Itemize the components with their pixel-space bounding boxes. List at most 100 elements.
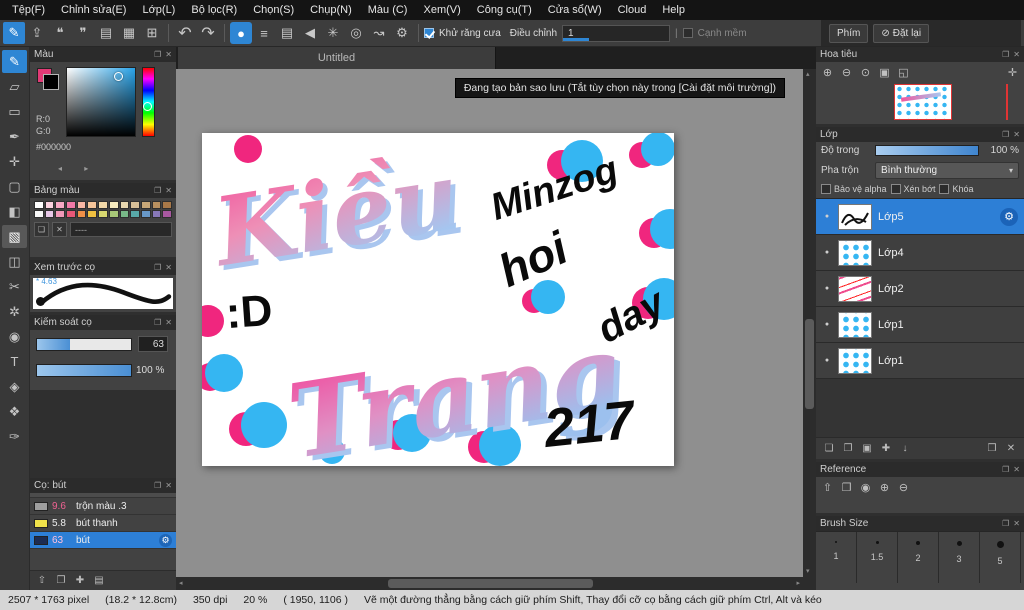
brush-folder-icon[interactable]: ❐	[53, 573, 69, 589]
palette-swatch[interactable]	[76, 201, 87, 209]
antialias-checkbox[interactable]	[424, 28, 434, 38]
close-icon[interactable]: ✕	[1013, 519, 1020, 528]
palette-swatch[interactable]	[44, 210, 55, 218]
close-icon[interactable]: ✕	[165, 318, 172, 327]
layer-visibility-icon[interactable]: ●	[822, 213, 832, 220]
table-icon[interactable]: ⊞	[141, 22, 163, 44]
brush-hatch-button[interactable]: ▤	[276, 22, 298, 44]
brush-size-value[interactable]: 63	[138, 336, 168, 352]
navigator-thumbnail[interactable]	[894, 84, 952, 120]
horizontal-scroll-thumb[interactable]	[388, 579, 593, 588]
brush-menu-icon[interactable]: ▤	[91, 573, 107, 589]
duplicate-layer-icon[interactable]: ▣	[859, 441, 875, 457]
gradient-tool[interactable]: ▧	[2, 225, 27, 248]
text-tool[interactable]: T	[2, 350, 27, 373]
scroll-up-icon[interactable]: ▴	[806, 71, 810, 78]
popout-icon[interactable]: ❐	[154, 263, 161, 272]
popout-icon[interactable]: ❐	[154, 318, 161, 327]
close-icon[interactable]: ✕	[165, 50, 172, 59]
move-tool[interactable]: ✛	[2, 150, 27, 173]
scroll-down-icon[interactable]: ▾	[806, 568, 810, 575]
zoom-reset-icon[interactable]: ⊙	[857, 64, 874, 80]
palette-swatch[interactable]	[119, 201, 130, 209]
palette-swatch[interactable]	[108, 201, 119, 209]
menu-help[interactable]: Help	[654, 2, 693, 18]
brush-lines-button[interactable]: ≡	[253, 22, 275, 44]
comment-icon[interactable]: ❝	[49, 22, 71, 44]
pen-tool-button[interactable]: ✎	[3, 22, 25, 44]
horizontal-scrollbar[interactable]: ◂ ▸	[176, 577, 803, 590]
close-icon[interactable]: ✕	[1013, 465, 1020, 474]
menu-select[interactable]: Chọn(S)	[245, 2, 302, 18]
layer-row[interactable]: ● Lớp2	[816, 271, 1024, 307]
blend-mode-dropdown[interactable]: Bình thường ▾	[875, 162, 1019, 179]
palette-swatch[interactable]	[87, 201, 98, 209]
delete-layer-icon[interactable]: ✕	[1003, 441, 1019, 457]
palette-swatch[interactable]	[87, 210, 98, 218]
saturation-value-picker[interactable]	[66, 67, 136, 137]
eyedropper-tool[interactable]: ✑	[2, 425, 27, 448]
add-layer-icon[interactable]: ✚	[878, 441, 894, 457]
color-history-arrows[interactable]: ◂ ▸	[58, 164, 98, 173]
lasso-tool[interactable]: ✂	[2, 275, 27, 298]
soft-edge-checkbox[interactable]	[682, 28, 693, 38]
new-palette-color-button[interactable]: ❏	[34, 222, 49, 237]
redo-button[interactable]: ↷	[197, 22, 219, 44]
menu-tools[interactable]: Công cụ(T)	[469, 2, 540, 18]
load-reference-icon[interactable]: ⇧	[819, 479, 836, 495]
menu-edit[interactable]: Chỉnh sửa(E)	[53, 2, 134, 18]
drawing-canvas[interactable]: Kiều Kiều Trang Trang :D Minzog hoi day …	[192, 132, 690, 487]
key-button[interactable]: Phím	[829, 23, 869, 43]
stamp-tool[interactable]: ◉	[2, 325, 27, 348]
brush-item[interactable]: 9.6 trộn màu .3	[30, 498, 176, 515]
layer-visibility-icon[interactable]: ●	[822, 321, 832, 328]
palette-swatch[interactable]	[130, 210, 140, 218]
canvas-viewport[interactable]: Kiều Kiều Trang Trang :D Minzog hoi day …	[176, 69, 803, 577]
rotate-view-icon[interactable]: ◱	[895, 64, 912, 80]
pen-tool[interactable]: ✎	[2, 50, 27, 73]
layer-row-selected[interactable]: ● Lớp5 ⚙	[816, 199, 1024, 235]
new-layer-icon[interactable]: ❏	[821, 441, 837, 457]
layer-visibility-icon[interactable]: ●	[822, 285, 832, 292]
brush-scatter-button[interactable]: ✳	[322, 22, 344, 44]
brush-settings-gear-icon[interactable]: ⚙	[159, 533, 172, 547]
reference-zoom-out-icon[interactable]: ⊖	[895, 479, 912, 495]
palette-swatch[interactable]	[151, 201, 162, 209]
line-tool[interactable]: ✒	[2, 125, 27, 148]
brush-item-selected[interactable]: 63 bút ⚙	[30, 532, 176, 549]
menu-color[interactable]: Màu (C)	[360, 2, 416, 18]
brush-shape-button[interactable]: ●	[230, 22, 252, 44]
palette-swatch[interactable]	[119, 210, 130, 218]
palette-swatch[interactable]	[55, 201, 66, 209]
merge-down-icon[interactable]: ↓	[897, 441, 913, 457]
palette-swatch[interactable]	[140, 201, 151, 209]
layer-visibility-icon[interactable]: ●	[822, 357, 832, 364]
layer-settings-gear-icon[interactable]: ⚙	[1000, 207, 1018, 226]
grid-icon[interactable]: ▦	[118, 22, 140, 44]
palette-swatch[interactable]	[66, 201, 76, 209]
undo-button[interactable]: ↶	[174, 22, 196, 44]
menu-file[interactable]: Tệp(F)	[4, 2, 53, 18]
protect-alpha-check[interactable]: Bảo vệ alpha	[821, 184, 887, 194]
palette-swatch[interactable]	[66, 210, 76, 218]
brush-opacity-slider[interactable]	[36, 364, 132, 377]
delete-palette-color-button[interactable]: ✕	[52, 222, 67, 237]
brush-size-option[interactable]: 1	[816, 532, 857, 583]
reference-zoom-in-icon[interactable]: ⊕	[876, 479, 893, 495]
brush-size-option[interactable]: 2	[898, 532, 939, 583]
shape-brush-tool[interactable]: ◈	[2, 375, 27, 398]
close-icon[interactable]: ✕	[165, 263, 172, 272]
reference-folder-icon[interactable]: ❐	[838, 479, 855, 495]
brush-settings-gear-icon[interactable]: ⚙	[391, 22, 413, 44]
palette-swatch[interactable]	[98, 210, 108, 218]
menu-filter[interactable]: Bộ lọc(R)	[183, 2, 245, 18]
brush-triangle-button[interactable]: ◀	[299, 22, 321, 44]
popout-icon[interactable]: ❐	[1002, 130, 1009, 139]
upload-brush-icon[interactable]: ⇧	[34, 573, 50, 589]
layer-row[interactable]: ● Lớp1	[816, 343, 1024, 379]
close-icon[interactable]: ✕	[1013, 50, 1020, 59]
pan-icon[interactable]: ✛	[1004, 64, 1021, 80]
magic-wand-tool[interactable]: ✲	[2, 300, 27, 323]
foreground-color-swatch[interactable]	[43, 74, 59, 90]
palette-swatch[interactable]	[108, 210, 119, 218]
